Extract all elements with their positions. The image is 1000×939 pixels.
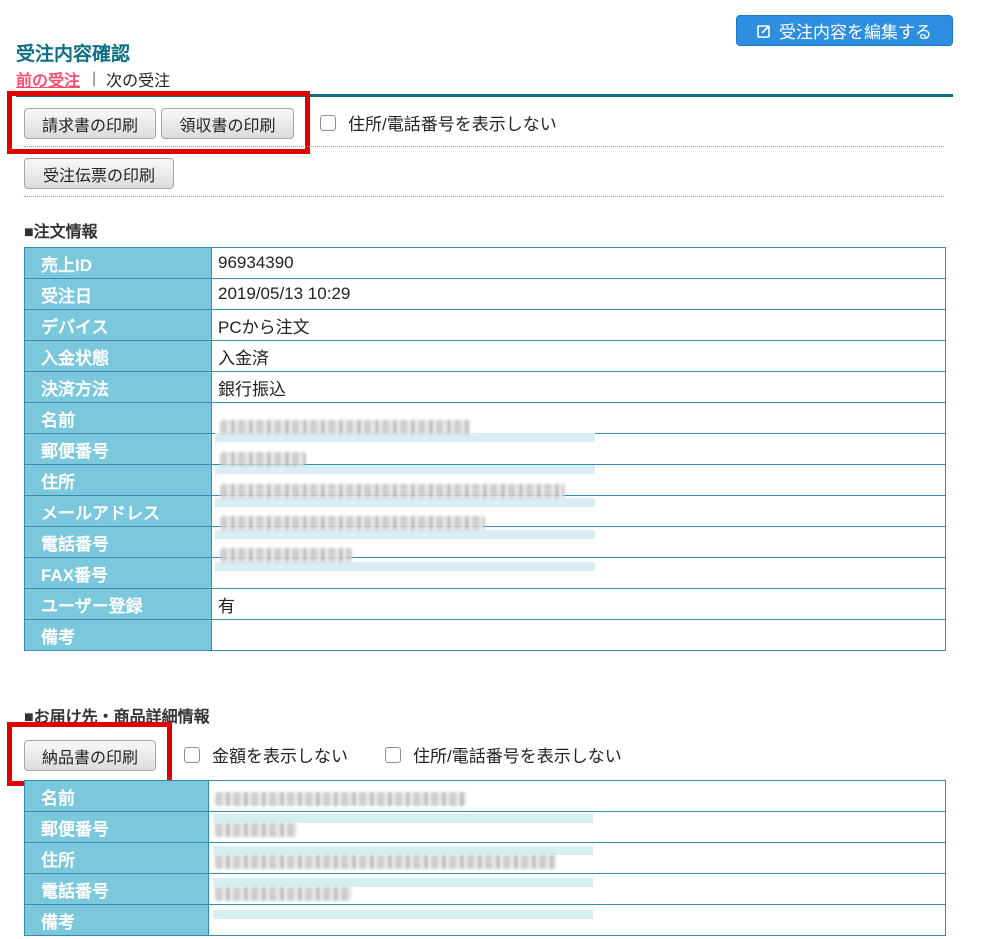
redacted-email — [220, 516, 485, 530]
redacted-shadow — [215, 530, 595, 539]
row-value: 銀行振込 — [211, 371, 946, 403]
row-label: 売上ID — [24, 247, 212, 279]
print-invoice-button[interactable]: 請求書の印刷 — [24, 108, 156, 139]
redacted-shadow — [213, 814, 593, 823]
table-row: 備考 — [24, 619, 946, 651]
redacted-shadow — [215, 433, 595, 442]
order-info-heading: ■注文情報 — [24, 224, 98, 241]
hide-amount-label: 金額を表示しない — [212, 747, 348, 766]
redacted-delivery-address — [215, 855, 557, 869]
row-value: PCから注文 — [211, 309, 946, 341]
table-row: 受注日 2019/05/13 10:29 — [24, 278, 946, 310]
edit-icon — [757, 24, 770, 38]
row-label: 受注日 — [24, 278, 212, 310]
row-label: 備考 — [24, 904, 209, 936]
table-row: デバイス PCから注文 — [24, 309, 946, 341]
hide-delivery-address-phone-checkbox[interactable]: 住所/電話番号を表示しない — [385, 742, 622, 767]
table-row: 名前 — [24, 780, 946, 812]
row-value: 入金済 — [211, 340, 946, 372]
redacted-delivery-name — [215, 792, 467, 806]
row-value: 2019/05/13 10:29 — [211, 278, 946, 310]
table-row: ユーザー登録有 — [24, 588, 946, 620]
print-receipt-button[interactable]: 領収書の印刷 — [161, 108, 294, 139]
redacted-postal-code — [220, 452, 306, 466]
row-label: 名前 — [24, 780, 209, 812]
redacted-delivery-postal-code — [215, 823, 297, 837]
row-value: 有 — [211, 588, 946, 620]
edit-order-button[interactable]: 受注内容を編集する — [736, 15, 953, 46]
table-row: 売上ID 96934390 — [24, 247, 946, 279]
order-info-table: 売上ID 96934390 受注日 2019/05/13 10:29 デバイス PCから注… — [24, 247, 946, 651]
redacted-shadow — [215, 498, 595, 507]
row-label: デバイス — [24, 309, 212, 341]
table-row: 名前 — [24, 402, 946, 434]
row-label: 住所 — [24, 842, 209, 874]
prev-order-link[interactable]: 前の受注 — [16, 67, 80, 91]
print-order-slip-button[interactable]: 受注伝票の印刷 — [24, 158, 174, 189]
row-label: ユーザー登録 — [24, 588, 212, 620]
row-label: FAX番号 — [24, 557, 212, 589]
redacted-shadow — [215, 562, 595, 571]
row-label: メールアドレス — [24, 495, 212, 527]
order-navigation: 前の受注 | 次の受注 — [16, 67, 170, 91]
table-row: 決済方法 銀行振込 — [24, 371, 946, 403]
hide-delivery-address-phone-label: 住所/電話番号を表示しない — [413, 747, 622, 766]
row-label: 住所 — [24, 464, 212, 496]
redacted-shadow — [213, 846, 593, 855]
nav-separator: | — [92, 70, 97, 87]
row-label: 電話番号 — [24, 873, 209, 905]
row-label: 決済方法 — [24, 371, 212, 403]
next-order-link[interactable]: 次の受注 — [106, 67, 170, 91]
page-title: 受注内容確認 — [16, 44, 131, 65]
redacted-address — [220, 484, 565, 498]
hide-address-phone-checkbox[interactable]: 住所/電話番号を表示しない — [320, 110, 557, 135]
redacted-name — [220, 420, 470, 434]
redacted-shadow — [215, 465, 595, 474]
print-delivery-note-button[interactable]: 納品書の印刷 — [24, 740, 156, 771]
hide-address-phone-label: 住所/電話番号を表示しない — [348, 115, 557, 134]
checkbox-icon[interactable] — [385, 746, 401, 763]
row-value — [211, 619, 946, 651]
redacted-shadow — [213, 878, 593, 887]
row-value: 96934390 — [211, 247, 946, 279]
redacted-shadow — [213, 910, 593, 919]
table-row: 入金状態 入金済 — [24, 340, 946, 372]
edit-order-label: 受注内容を編集する — [779, 23, 932, 42]
row-label: 備考 — [24, 619, 212, 651]
checkbox-icon[interactable] — [320, 114, 336, 131]
row-label: 入金状態 — [24, 340, 212, 372]
dotted-divider — [24, 196, 944, 197]
dotted-divider — [24, 146, 944, 147]
row-label: 郵便番号 — [24, 811, 209, 843]
checkbox-icon[interactable] — [184, 746, 200, 763]
row-label: 電話番号 — [24, 526, 212, 558]
redacted-delivery-phone — [215, 887, 352, 901]
row-label: 名前 — [24, 402, 212, 434]
hide-amount-checkbox[interactable]: 金額を表示しない — [184, 742, 348, 767]
row-label: 郵便番号 — [24, 433, 212, 465]
redacted-phone — [220, 548, 352, 562]
